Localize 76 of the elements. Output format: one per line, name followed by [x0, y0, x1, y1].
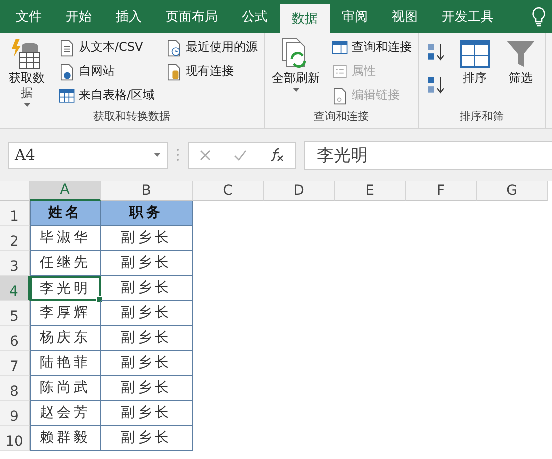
- ribbon-button[interactable]: 查询和连接: [329, 37, 414, 58]
- table-cell: 副乡长: [101, 376, 193, 401]
- table-cell: 副乡长: [101, 226, 193, 251]
- row-header[interactable]: 4: [0, 276, 30, 301]
- ribbon-tab[interactable]: 页面布局: [154, 0, 230, 33]
- column-header[interactable]: E: [335, 181, 406, 201]
- table-cell: 副乡长: [101, 351, 193, 376]
- ribbon-button[interactable]: 全部刷新: [269, 37, 324, 107]
- table-cell: 副乡长: [101, 426, 193, 451]
- ribbon-tab[interactable]: 插入: [104, 0, 154, 33]
- table-cell: 副乡长: [101, 301, 193, 326]
- table-cell: 毕淑华: [30, 226, 101, 251]
- check-icon[interactable]: [234, 150, 247, 160]
- ribbon-tab[interactable]: 开发工具: [430, 0, 506, 33]
- ribbon-button[interactable]: 获取数据: [4, 37, 50, 107]
- table-cell: 姓名: [30, 201, 101, 226]
- group-label: 查询和连接: [313, 109, 370, 125]
- table-cell: 陆艳菲: [30, 351, 101, 376]
- table-cell: 陈尚武: [30, 376, 101, 401]
- table-cell: 职务: [101, 201, 193, 226]
- column-header[interactable]: B: [101, 181, 193, 201]
- row-header[interactable]: 10: [0, 426, 30, 451]
- ribbon-button[interactable]: 来自表格/区域: [56, 85, 158, 106]
- column-header[interactable]: C: [193, 181, 264, 201]
- column-header[interactable]: F: [406, 181, 477, 201]
- table-cell: 赖群毅: [30, 426, 101, 451]
- table-cell: 赵会芳: [30, 401, 101, 426]
- grip-icon: [176, 148, 180, 162]
- clock-file-icon: [165, 38, 184, 56]
- column-header[interactable]: D: [264, 181, 335, 201]
- table-icon: [58, 86, 76, 104]
- table-cell: 副乡长: [101, 401, 193, 426]
- ribbon-tab[interactable]: 文件: [4, 0, 54, 33]
- properties-icon: [331, 62, 350, 80]
- ribbon-button[interactable]: 从文本/CSV: [56, 37, 158, 58]
- formula-input[interactable]: 李光明: [304, 140, 552, 170]
- group-label: 获取和转换数据: [92, 109, 172, 125]
- ribbon-tab[interactable]: 视图: [380, 0, 430, 33]
- ribbon-button[interactable]: 自网站: [56, 61, 158, 82]
- ribbon-tab[interactable]: 数据: [280, 4, 330, 33]
- row-header[interactable]: 3: [0, 251, 30, 276]
- row-header[interactable]: 8: [0, 376, 30, 401]
- row-header[interactable]: 7: [0, 351, 30, 376]
- row-header[interactable]: 9: [0, 401, 30, 426]
- table-cell: 任继先: [30, 251, 101, 276]
- table-cell: 副乡长: [101, 276, 193, 301]
- caret-icon: [292, 88, 300, 92]
- caret-icon: [24, 103, 30, 107]
- query-pane-icon: [331, 38, 350, 56]
- lightbulb-icon[interactable]: [532, 6, 546, 26]
- table-cell: 副乡长: [101, 251, 193, 276]
- sort-grid-icon: [458, 37, 492, 71]
- name-box[interactable]: A4: [8, 142, 168, 168]
- ribbon-tab[interactable]: 公式: [230, 0, 280, 33]
- table-cell: 杨庆东: [30, 326, 101, 351]
- ribbon-tab[interactable]: 开始: [54, 0, 104, 33]
- dropdown-icon: [154, 153, 161, 157]
- function-icon[interactable]: [270, 148, 284, 162]
- table-cell: 副乡长: [101, 326, 193, 351]
- text-file-icon: [58, 38, 76, 56]
- ribbon-button[interactable]: 筛选: [501, 37, 542, 107]
- ribbon-button[interactable]: 排序: [455, 37, 496, 107]
- group-label: 排序和筛: [459, 109, 506, 125]
- table-cell: 李厚辉: [30, 301, 101, 326]
- row-header[interactable]: 6: [0, 326, 30, 351]
- row-header[interactable]: 1: [0, 201, 30, 226]
- ribbon-tab[interactable]: 审阅: [330, 0, 380, 33]
- row-header[interactable]: 5: [0, 301, 30, 326]
- column-header[interactable]: G: [477, 181, 548, 201]
- ribbon-button[interactable]: 最近使用的源: [163, 37, 260, 58]
- table-cell: 李光明: [30, 276, 101, 301]
- column-header[interactable]: A: [30, 181, 101, 201]
- ribbon-button[interactable]: 现有连接: [163, 61, 260, 82]
- row-header[interactable]: 2: [0, 226, 30, 251]
- fill-handle[interactable]: [96, 296, 103, 303]
- web-file-icon: [58, 62, 76, 80]
